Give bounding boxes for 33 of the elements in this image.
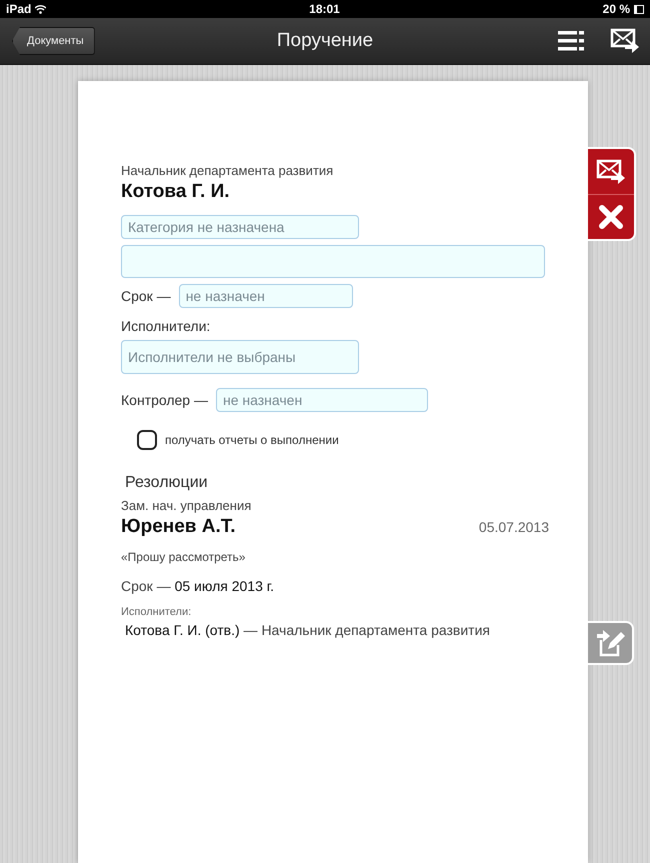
- wifi-icon: [35, 4, 46, 14]
- resolution-term: Срок — 05 июля 2013 г.: [121, 578, 276, 594]
- resolution-author: Юренев А.Т.: [121, 516, 236, 538]
- reports-checkbox[interactable]: [137, 430, 157, 450]
- controller-field[interactable]: не назначен: [216, 388, 428, 412]
- clock: 18:01: [309, 2, 340, 16]
- send-mail-icon: [596, 158, 626, 184]
- back-button[interactable]: Документы: [12, 27, 95, 55]
- category-field[interactable]: Категория не назначена: [121, 215, 359, 239]
- close-icon: [599, 205, 623, 229]
- resolution-executors-label: Исполнители:: [121, 606, 192, 618]
- screen-title: Поручение: [276, 30, 374, 52]
- battery-icon: [634, 4, 644, 14]
- resolutions-heading: Резолюции: [125, 474, 209, 492]
- controller-label: Контролер —: [121, 392, 208, 408]
- assignee-name: Котова Г. И.: [121, 181, 231, 203]
- edit-button[interactable]: [588, 621, 634, 665]
- device-label: iPad: [6, 2, 46, 16]
- resolution-date: 05.07.2013: [478, 519, 549, 535]
- reports-label: получать отчеты о выполнении: [165, 433, 339, 447]
- edit-icon: [595, 628, 625, 658]
- resolution-position: Зам. нач. управления: [121, 498, 252, 513]
- resolution-text: «Прошу рассмотреть»: [121, 550, 246, 564]
- menu-icon[interactable]: [558, 31, 584, 51]
- term-field[interactable]: не назначен: [178, 284, 353, 308]
- battery-label: 20 %: [602, 2, 644, 16]
- assignee-position: Начальник департамента развития: [121, 163, 334, 178]
- resolution-executor: Котова Г. И. (отв.) — Начальник департамента развития: [125, 622, 491, 638]
- executors-label: Исполнители:: [121, 318, 212, 334]
- term-label: Срок —: [121, 288, 171, 304]
- send-mail-icon: [610, 28, 640, 54]
- executors-field[interactable]: Исполнители не выбраны: [121, 340, 359, 374]
- text-field[interactable]: [121, 245, 545, 278]
